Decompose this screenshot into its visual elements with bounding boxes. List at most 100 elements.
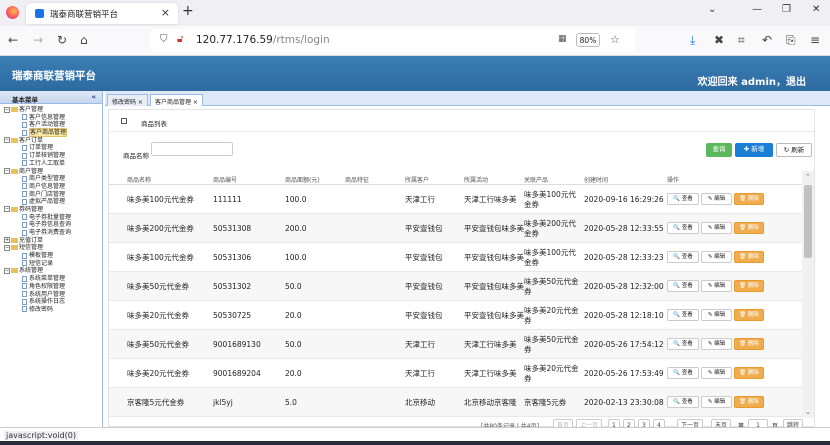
- reload-icon[interactable]: ↻: [57, 33, 67, 47]
- forward-icon[interactable]: →: [33, 33, 43, 47]
- tab-change-password[interactable]: 修改密码 ×: [107, 94, 148, 106]
- zoom-level[interactable]: 80%: [576, 33, 600, 47]
- tab-list-chevron-icon[interactable]: ⌄: [708, 4, 716, 15]
- table-scrollbar[interactable]: ⌃ ⌄: [802, 171, 814, 418]
- browser-tab[interactable]: 瑞泰商联营销平台 ×: [26, 3, 178, 24]
- cell-amount: 20.0: [285, 310, 302, 320]
- delete-button[interactable]: 🗑 删除: [734, 396, 764, 408]
- insecure-lock-icon[interactable]: 🔓︎: [177, 34, 183, 45]
- edit-button[interactable]: ✎ 编辑: [701, 396, 732, 408]
- edit-button[interactable]: ✎ 编辑: [701, 193, 732, 205]
- expand-toggle-icon[interactable]: −: [4, 267, 10, 274]
- edit-button[interactable]: ✎ 编辑: [701, 367, 732, 379]
- delete-button[interactable]: 🗑 删除: [734, 280, 764, 292]
- menu-item[interactable]: 订单核销管理: [0, 152, 102, 160]
- menu-group-label: 客户订单: [19, 136, 44, 144]
- cell-name: 味多美200元代金券: [127, 223, 194, 233]
- delete-button[interactable]: 🗑 删除: [734, 251, 764, 263]
- view-button[interactable]: 🔍 查看: [667, 309, 699, 321]
- menu-group[interactable]: − 系统管理: [0, 267, 102, 275]
- menu-icon[interactable]: ≡: [810, 33, 820, 47]
- back-icon[interactable]: ←: [8, 33, 18, 47]
- menu-item[interactable]: 系统菜单管理: [0, 275, 102, 283]
- collapse-icon[interactable]: «: [91, 93, 96, 101]
- view-button[interactable]: 🔍 查看: [667, 396, 699, 408]
- edit-button[interactable]: ✎ 编辑: [701, 280, 732, 292]
- product-name-input[interactable]: [151, 142, 233, 156]
- menu-group[interactable]: − 券码管理: [0, 206, 102, 214]
- table-row: 味多美50元代金券 9001689130 50.0 天津工行 天津工行味多美 味多美50元…: [109, 330, 802, 359]
- url-text[interactable]: 120.77.176.59/rtms/login: [196, 34, 330, 46]
- address-bar[interactable]: ⛉ 🔓︎ 120.77.176.59/rtms/login ▦ 80% ☆: [150, 29, 635, 52]
- view-button[interactable]: 🔍 查看: [667, 367, 699, 379]
- view-button[interactable]: 🔍 查看: [667, 222, 699, 234]
- expand-toggle-icon[interactable]: −: [4, 137, 10, 144]
- share-icon[interactable]: ⎘: [786, 33, 796, 47]
- bookmark-star-icon[interactable]: ☆: [610, 33, 620, 46]
- close-tab-icon[interactable]: ×: [161, 6, 170, 19]
- view-button[interactable]: 🔍 查看: [667, 338, 699, 350]
- menu-item[interactable]: 工行人工取单: [0, 160, 102, 168]
- edit-button[interactable]: ✎ 编辑: [701, 251, 732, 263]
- menu-item[interactable]: 虚拟产品管理: [0, 198, 102, 206]
- page-icon: [22, 229, 27, 236]
- expand-toggle-icon[interactable]: +: [4, 237, 10, 244]
- menu-item[interactable]: 客户商品管理: [0, 128, 102, 138]
- menu-group[interactable]: − 客户管理: [0, 106, 102, 114]
- edit-button[interactable]: ✎ 编辑: [701, 222, 732, 234]
- crop-icon[interactable]: ⌗: [738, 33, 745, 47]
- menu-item[interactable]: 商户信息管理: [0, 183, 102, 191]
- delete-button[interactable]: 🗑 删除: [734, 367, 764, 379]
- cell-product: 味多美20元代金券: [524, 363, 579, 383]
- downloads-icon[interactable]: ⤓: [690, 33, 695, 47]
- firefox-icon[interactable]: [6, 6, 19, 19]
- scroll-up-icon[interactable]: ⌃: [805, 173, 811, 181]
- new-tab-icon[interactable]: +: [182, 3, 194, 19]
- cell-created: 2020-05-28 12:33:55: [584, 223, 664, 233]
- query-button[interactable]: 查询: [706, 143, 732, 157]
- col-header: 关联产品: [524, 177, 549, 184]
- qr-code-icon[interactable]: ▦: [558, 34, 567, 44]
- undo-icon[interactable]: ↶: [762, 33, 772, 47]
- scroll-thumb[interactable]: [804, 185, 812, 258]
- cell-customer: 天津工行: [405, 368, 435, 378]
- menu-item[interactable]: 商户类型管理: [0, 175, 102, 183]
- close-window-icon[interactable]: ✕: [812, 4, 820, 15]
- menu-item[interactable]: 电子券消费查询: [0, 229, 102, 237]
- delete-button[interactable]: 🗑 删除: [734, 309, 764, 321]
- view-button[interactable]: 🔍 查看: [667, 251, 699, 263]
- scroll-down-icon[interactable]: ⌄: [805, 408, 811, 416]
- tab-customer-products[interactable]: 客户商品管理 ×: [150, 94, 203, 106]
- restore-icon[interactable]: ❐: [782, 4, 791, 15]
- menu-group[interactable]: − 短信管理: [0, 244, 102, 252]
- refresh-button[interactable]: ↻ 刷新: [776, 143, 812, 157]
- menu-group[interactable]: + 充值订单: [0, 237, 102, 245]
- cell-code: 9001689130: [213, 339, 261, 349]
- expand-toggle-icon[interactable]: −: [4, 206, 10, 213]
- menu-item[interactable]: 短信记录: [0, 260, 102, 268]
- delete-button[interactable]: 🗑 删除: [734, 338, 764, 350]
- cell-product: 味多美100元代金券: [524, 189, 576, 209]
- expand-toggle-icon[interactable]: −: [4, 106, 10, 113]
- welcome-logout-link[interactable]: 欢迎回来 admin，退出: [698, 73, 806, 88]
- extension-icon[interactable]: ✖: [714, 33, 724, 47]
- menu-item[interactable]: 修改密码: [0, 306, 102, 314]
- expand-toggle-icon[interactable]: −: [4, 244, 10, 251]
- menu-item[interactable]: 角色权限管理: [0, 283, 102, 291]
- minimize-icon[interactable]: —: [752, 4, 762, 15]
- menu-item[interactable]: 模板管理: [0, 252, 102, 260]
- shield-icon[interactable]: ⛉: [160, 34, 168, 45]
- view-button[interactable]: 🔍 查看: [667, 280, 699, 292]
- home-icon[interactable]: ⌂: [80, 33, 88, 47]
- menu-item[interactable]: 订单管理: [0, 144, 102, 152]
- menu-item[interactable]: 系统操作日志: [0, 298, 102, 306]
- cell-created: 2020-05-26 17:53:49: [584, 368, 664, 378]
- delete-button[interactable]: 🗑 删除: [734, 193, 764, 205]
- add-button[interactable]: ✚ 新增: [735, 143, 773, 157]
- edit-button[interactable]: ✎ 编辑: [701, 338, 732, 350]
- expand-toggle-icon[interactable]: −: [4, 168, 10, 174]
- delete-button[interactable]: 🗑 删除: [734, 222, 764, 234]
- view-button[interactable]: 🔍 查看: [667, 193, 699, 205]
- menu-item[interactable]: 电子券信息查询: [0, 221, 102, 229]
- edit-button[interactable]: ✎ 编辑: [701, 309, 732, 321]
